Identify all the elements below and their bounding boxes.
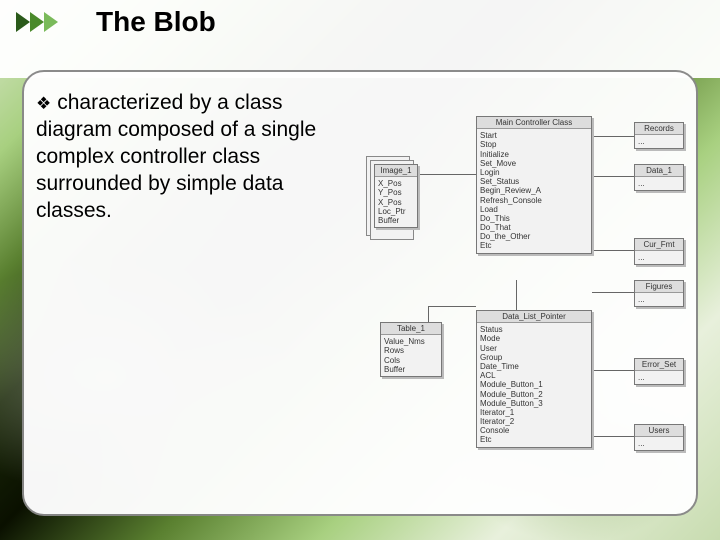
uml-records-header: Records xyxy=(635,123,683,135)
uml-table: Table_1 Value_Nms Rows Cols Buffer xyxy=(380,322,442,377)
uml-etc: ... xyxy=(638,179,680,188)
uml-users: Users ... xyxy=(634,424,684,451)
uml-field: Mode xyxy=(480,334,588,343)
uml-field: Module_Button_3 xyxy=(480,399,588,408)
uml-figures: Figures ... xyxy=(634,280,684,307)
uml-op: Initialize xyxy=(480,150,588,159)
uml-records: Records ... xyxy=(634,122,684,149)
uml-field: Buffer xyxy=(378,216,414,225)
uml-op: Do_the_Other xyxy=(480,232,588,241)
connector xyxy=(516,280,517,310)
uml-field: Iterator_1 xyxy=(480,408,588,417)
diamond-bullet-icon: ❖ xyxy=(36,94,51,113)
uml-op: Set_Status xyxy=(480,177,588,186)
uml-op: Begin_Review_A xyxy=(480,186,588,195)
uml-controller-header: Main Controller Class xyxy=(477,117,591,129)
uml-field: User xyxy=(480,344,588,353)
uml-field: Buffer xyxy=(384,365,438,374)
uml-curfmt-header: Cur_Fmt xyxy=(635,239,683,251)
uml-field: Status xyxy=(480,325,588,334)
uml-pointer: Data_List_Pointer Status Mode User Group… xyxy=(476,310,592,448)
bullet-content: characterized by a class diagram compose… xyxy=(36,91,316,222)
uml-op: Do_That xyxy=(480,223,588,232)
uml-field: Y_Pos xyxy=(378,188,414,197)
uml-data: Data_1 ... xyxy=(634,164,684,191)
slide: The Blob ❖characterized by a class diagr… xyxy=(0,0,720,540)
uml-controller: Main Controller Class Start Stop Initial… xyxy=(476,116,592,254)
uml-op: Etc xyxy=(480,241,588,250)
uml-op: Set_Move xyxy=(480,159,588,168)
uml-table-header: Table_1 xyxy=(381,323,441,335)
uml-field: Rows xyxy=(384,346,438,355)
uml-errorset: Error_Set ... xyxy=(634,358,684,385)
uml-curfmt: Cur_Fmt ... xyxy=(634,238,684,265)
connector xyxy=(592,176,634,177)
uml-field: Console xyxy=(480,426,588,435)
uml-etc: ... xyxy=(638,253,680,262)
uml-field: Etc xyxy=(480,435,588,444)
slide-title: The Blob xyxy=(96,6,216,38)
uml-field: Module_Button_1 xyxy=(480,380,588,389)
uml-figures-header: Figures xyxy=(635,281,683,293)
uml-op: Login xyxy=(480,168,588,177)
uml-field: Date_Time xyxy=(480,362,588,371)
uml-pointer-header: Data_List_Pointer xyxy=(477,311,591,323)
uml-etc: ... xyxy=(638,439,680,448)
uml-op: Start xyxy=(480,131,588,140)
uml-op: Do_This xyxy=(480,214,588,223)
uml-field: Value_Nms xyxy=(384,337,438,346)
uml-field: Iterator_2 xyxy=(480,417,588,426)
uml-image: Image_1 X_Pos Y_Pos X_Pos Loc_Ptr Buffer xyxy=(374,164,418,228)
uml-field: ACL xyxy=(480,371,588,380)
uml-op: Load xyxy=(480,205,588,214)
connector xyxy=(592,436,634,437)
uml-users-header: Users xyxy=(635,425,683,437)
connector xyxy=(592,136,634,137)
class-diagram: Image_1 X_Pos Y_Pos X_Pos Loc_Ptr Buffer… xyxy=(366,116,688,492)
uml-etc: ... xyxy=(638,295,680,304)
connector xyxy=(428,306,476,307)
uml-op: Stop xyxy=(480,140,588,149)
uml-image-header: Image_1 xyxy=(375,165,417,177)
uml-errorset-header: Error_Set xyxy=(635,359,683,371)
uml-field: X_Pos xyxy=(378,198,414,207)
connector xyxy=(592,370,634,371)
uml-field: Loc_Ptr xyxy=(378,207,414,216)
title-arrows-icon xyxy=(14,10,60,34)
uml-etc: ... xyxy=(638,373,680,382)
uml-field: X_Pos xyxy=(378,179,414,188)
uml-field: Group xyxy=(480,353,588,362)
uml-op: Refresh_Console xyxy=(480,196,588,205)
connector xyxy=(408,174,476,175)
bullet-text: ❖characterized by a class diagram compos… xyxy=(36,90,346,224)
connector xyxy=(592,250,634,251)
uml-field: Module_Button_2 xyxy=(480,390,588,399)
uml-etc: ... xyxy=(638,137,680,146)
connector xyxy=(592,292,634,293)
uml-field: Cols xyxy=(384,356,438,365)
uml-data-header: Data_1 xyxy=(635,165,683,177)
